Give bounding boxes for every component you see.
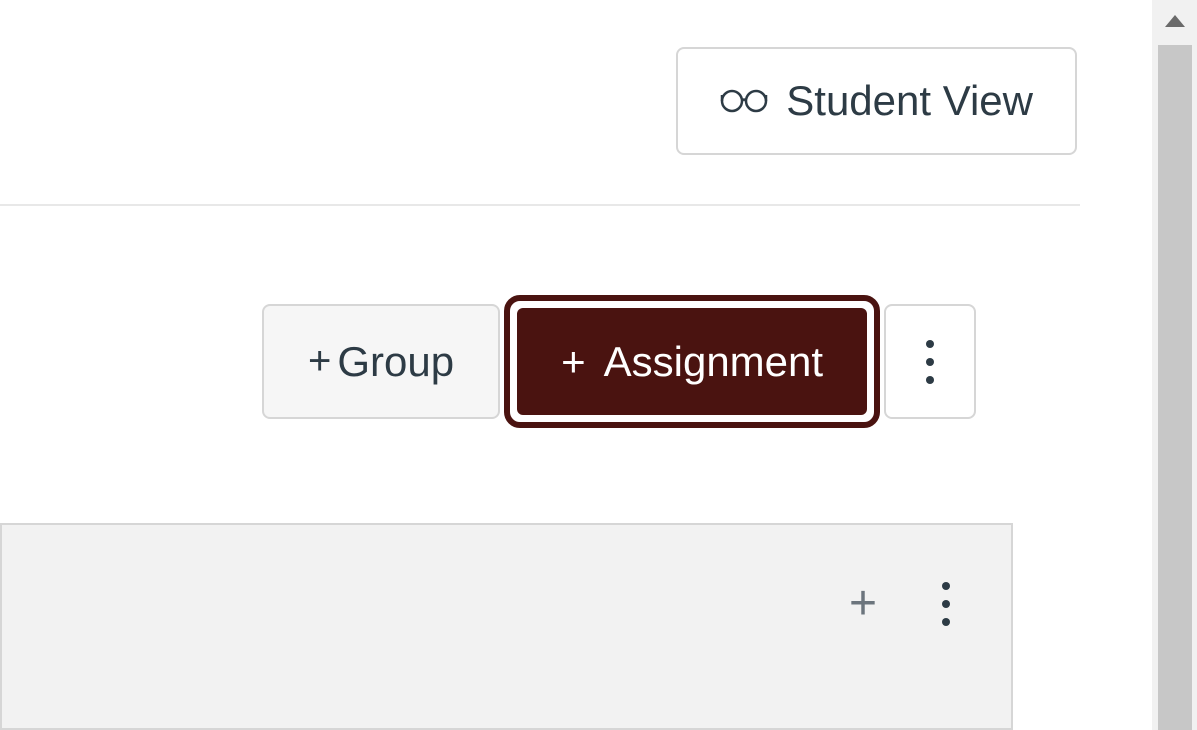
group-menu-button[interactable] <box>931 579 961 629</box>
chevron-up-icon <box>1165 15 1185 30</box>
assignment-button-highlight: + Assignment <box>504 295 880 428</box>
eyeglasses-icon <box>720 77 768 125</box>
student-view-label: Student View <box>786 77 1033 125</box>
group-button-label: Group <box>337 338 454 386</box>
add-group-button[interactable]: + Group <box>262 304 500 419</box>
scrollbar-up-button[interactable] <box>1152 0 1197 45</box>
add-assignment-button[interactable]: + Assignment <box>517 308 867 415</box>
toolbar: + Group + Assignment <box>262 295 976 428</box>
plus-icon: + <box>308 339 331 384</box>
assignment-button-label: Assignment <box>604 338 823 386</box>
plus-icon: + <box>849 580 877 628</box>
assignment-group-section: + <box>0 523 1013 730</box>
kebab-menu-icon <box>942 582 950 626</box>
scrollbar-thumb[interactable] <box>1158 45 1192 730</box>
kebab-menu-icon <box>926 340 934 384</box>
group-actions: + <box>843 579 961 629</box>
toolbar-menu-button[interactable] <box>884 304 976 419</box>
header-divider <box>0 204 1080 206</box>
scrollbar-track[interactable] <box>1152 0 1197 730</box>
student-view-button[interactable]: Student View <box>676 47 1077 155</box>
add-item-button[interactable]: + <box>843 584 883 624</box>
plus-icon: + <box>561 338 586 386</box>
content-area: Student View + Group + Assignment <box>0 0 1152 730</box>
